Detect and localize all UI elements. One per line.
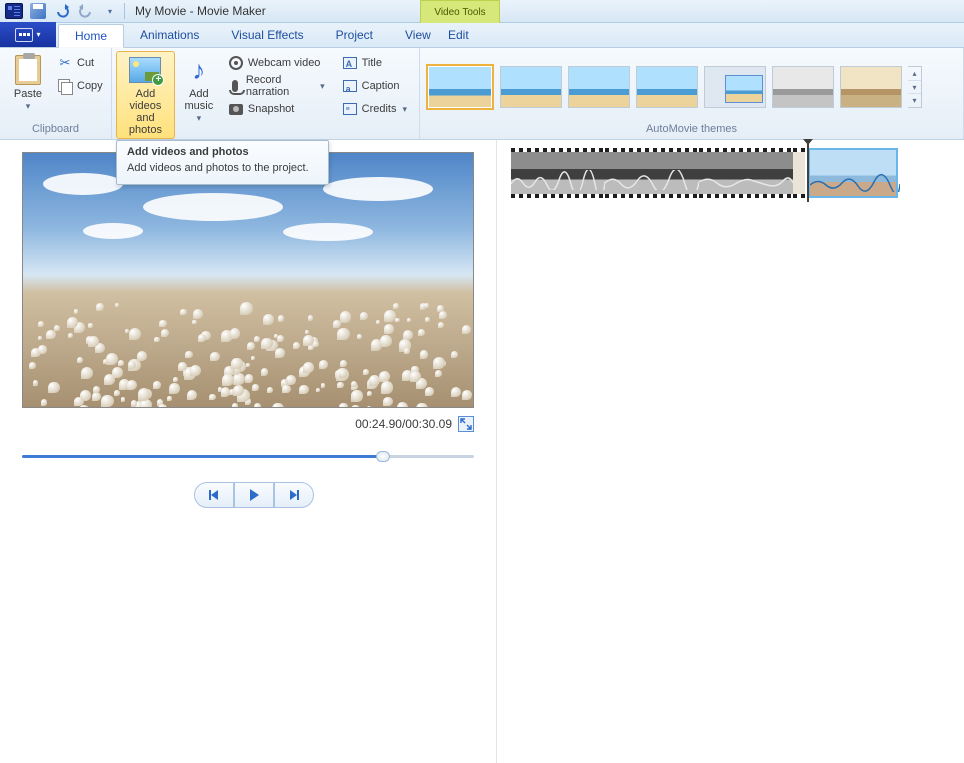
timecode: 00:24.90/00:30.09 <box>355 417 452 431</box>
ribbon-tabs: ▾ Home Animations Visual Effects Project… <box>0 23 964 48</box>
title-button[interactable]: A Title <box>339 52 415 74</box>
theme-4[interactable] <box>636 66 698 108</box>
webcam-icon <box>228 55 244 71</box>
caption-icon: a <box>342 78 358 94</box>
ribbon: Paste ▾ ✂ Cut Copy Clipboard + Add video… <box>0 48 964 140</box>
cut-button[interactable]: ✂ Cut <box>54 52 109 74</box>
add-music-button[interactable]: ♪ Addmusic ▾ <box>175 51 223 139</box>
timeline-pane <box>497 140 964 763</box>
credits-icon: ≡ <box>342 101 358 117</box>
theme-3[interactable] <box>568 66 630 108</box>
snapshot-button[interactable]: Snapshot <box>225 98 333 120</box>
playhead[interactable] <box>807 144 809 202</box>
video-preview[interactable]: /*decorative only*/ <box>22 152 474 408</box>
chevron-down-icon: ▾ <box>24 100 33 112</box>
file-tab[interactable]: ▾ <box>0 22 56 47</box>
timeline-clip[interactable] <box>699 148 793 198</box>
group-label-clipboard: Clipboard <box>0 123 111 139</box>
app-menu-icon[interactable] <box>4 1 24 21</box>
prev-frame-button[interactable] <box>194 482 234 508</box>
contextual-tab-label: Video Tools <box>420 0 500 23</box>
preview-pane: /*decorative only*/ 00:24.90/00:30.09 <box>0 140 497 763</box>
caption-button[interactable]: a Caption <box>339 75 415 97</box>
tooltip: Add videos and photos Add videos and pho… <box>116 140 329 185</box>
play-button[interactable] <box>234 482 274 508</box>
fullscreen-button[interactable] <box>458 416 474 432</box>
microphone-icon <box>228 78 242 94</box>
tab-visual-effects[interactable]: Visual Effects <box>215 23 319 47</box>
title-bar: ▾ My Movie - Movie Maker Video Tools <box>0 0 964 23</box>
redo-button[interactable] <box>76 1 96 21</box>
window-title: My Movie - Movie Maker <box>135 4 266 18</box>
copy-button[interactable]: Copy <box>54 75 109 97</box>
theme-2[interactable] <box>500 66 562 108</box>
timeline-clip[interactable] <box>511 148 605 198</box>
music-note-icon: ♪ <box>183 54 215 86</box>
scissors-icon: ✂ <box>57 55 73 71</box>
next-frame-button[interactable] <box>274 482 314 508</box>
webcam-video-button[interactable]: Webcam video <box>225 52 333 74</box>
tab-project[interactable]: Project <box>320 23 389 47</box>
tab-animations[interactable]: Animations <box>124 23 215 47</box>
quick-access-toolbar: ▾ <box>4 1 120 21</box>
undo-button[interactable] <box>52 1 72 21</box>
qat-customize-dropdown[interactable]: ▾ <box>100 1 120 21</box>
clip-end-icon <box>793 148 805 198</box>
photo-icon: + <box>129 54 161 86</box>
timeline-strip[interactable] <box>511 148 956 198</box>
title-icon: A <box>342 55 358 71</box>
copy-icon <box>57 78 73 94</box>
credits-button[interactable]: ≡ Credits▾ <box>339 98 415 120</box>
theme-6[interactable] <box>772 66 834 108</box>
tooltip-body: Add videos and photos to the project. <box>127 162 318 174</box>
seek-thumb[interactable] <box>376 451 390 462</box>
theme-1[interactable] <box>426 64 494 110</box>
camera-icon <box>228 101 244 117</box>
tab-edit[interactable]: Edit <box>432 23 485 47</box>
paste-button[interactable]: Paste ▾ <box>4 51 52 123</box>
theme-7[interactable] <box>840 66 902 108</box>
seek-bar[interactable] <box>22 446 474 466</box>
add-videos-and-photos-button[interactable]: + Add videosand photos <box>116 51 175 139</box>
save-button[interactable] <box>28 1 48 21</box>
themes-gallery-more[interactable]: ▴▾▾ <box>908 66 922 108</box>
theme-5[interactable] <box>704 66 766 108</box>
main-area: /*decorative only*/ 00:24.90/00:30.09 <box>0 140 964 763</box>
tooltip-title: Add videos and photos <box>127 146 318 158</box>
timeline-clip[interactable] <box>605 148 699 198</box>
tab-home[interactable]: Home <box>58 24 124 48</box>
timecode-row: 00:24.90/00:30.09 <box>22 416 474 432</box>
record-narration-button[interactable]: Record narration▾ <box>225 75 333 97</box>
timeline-clip-selected[interactable] <box>808 148 898 198</box>
group-label-automovie: AutoMovie themes <box>420 123 963 139</box>
